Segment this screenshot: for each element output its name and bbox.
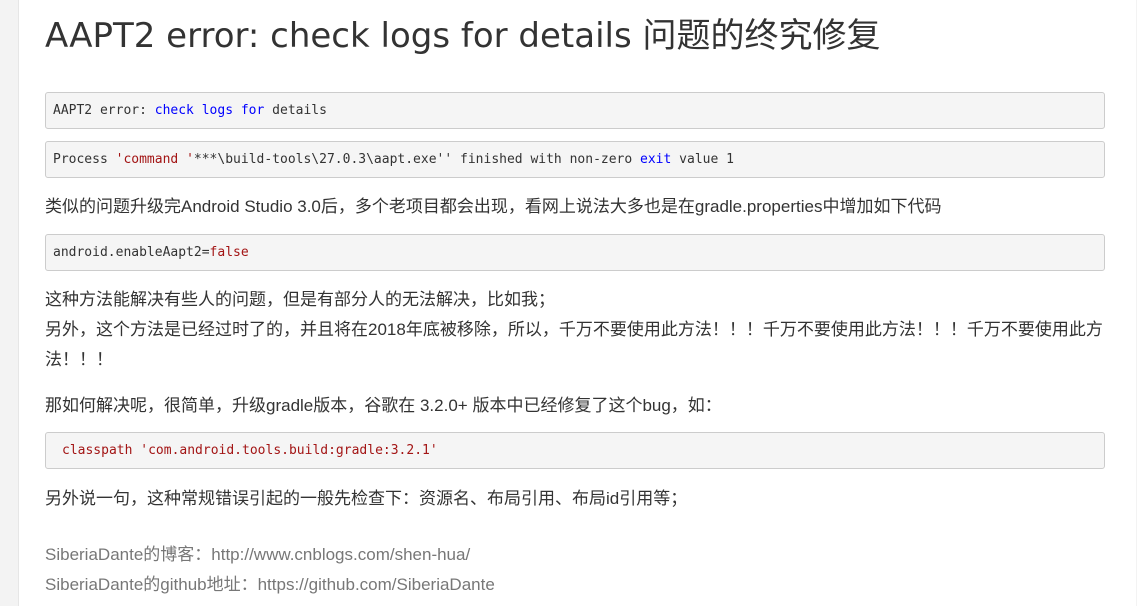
code-block-process: Process 'command '***\build-tools\27.0.3…	[45, 141, 1105, 178]
paragraph-text: 这种方法能解决有些人的问题，但是有部分人的无法解决，比如我；	[45, 290, 555, 309]
code-keyword: for	[240, 103, 265, 118]
code-keyword: check	[154, 103, 194, 118]
code-text: details	[264, 103, 327, 118]
code-string: classpath 'com.android.tools.build:gradl…	[62, 443, 438, 458]
code-block-classpath: classpath 'com.android.tools.build:gradl…	[45, 432, 1105, 469]
paragraph-text: 类似的问题升级完Android Studio 3.0后，多个老项目都会出现，看网…	[45, 197, 942, 216]
code-string: 'command '	[115, 152, 194, 167]
code-text: AAPT2 error:	[53, 103, 155, 118]
code-text: finished with non-zero	[452, 152, 641, 167]
code-string: false	[209, 245, 249, 260]
footer-blog-link[interactable]: SiberiaDante的博客：http://www.cnblogs.com/s…	[45, 540, 470, 570]
footer-github-link[interactable]: SiberiaDante的github地址：https://github.com…	[45, 570, 495, 600]
code-block-error: AAPT2 error: check logs for details	[45, 92, 1105, 129]
paragraph-note: 另外说一句，这种常规错误引起的一般先检查下：资源名、布局引用、布局id引用等；	[45, 484, 1107, 514]
paragraph-solution: 那如何解决呢，很简单，升级gradle版本，谷歌在 3.2.0+ 版本中已经修复…	[45, 391, 1107, 421]
code-text: value 1	[671, 152, 734, 167]
paragraph-text: 那如何解决呢，很简单，升级gradle版本，谷歌在 3.2.0+ 版本中已经修复…	[45, 396, 722, 415]
paragraph-text: 另外，这个方法是已经过时了的，并且将在2018年底被移除，所以，千万不要使用此方…	[45, 320, 1103, 369]
paragraph-intro: 类似的问题升级完Android Studio 3.0后，多个老项目都会出现，看网…	[45, 192, 1107, 222]
code-keyword: logs	[201, 103, 234, 118]
paragraph-text: 另外说一句，这种常规错误引起的一般先检查下：资源名、布局引用、布局id引用等；	[45, 489, 688, 508]
article-title: AAPT2 error: check logs for details 问题的终…	[45, 16, 881, 56]
code-text: android.enableAapt2=	[53, 245, 210, 260]
code-block-gradle-properties: android.enableAapt2=false	[45, 234, 1105, 271]
paragraph-warning: 这种方法能解决有些人的问题，但是有部分人的无法解决，比如我； 另外，这个方法是已…	[45, 285, 1107, 375]
code-text: Process	[53, 152, 116, 167]
article-page: AAPT2 error: check logs for details 问题的终…	[18, 0, 1136, 606]
code-keyword: exit	[640, 152, 672, 167]
code-text: ***\build-tools\27.0.3\aapt.exe''	[193, 152, 453, 167]
